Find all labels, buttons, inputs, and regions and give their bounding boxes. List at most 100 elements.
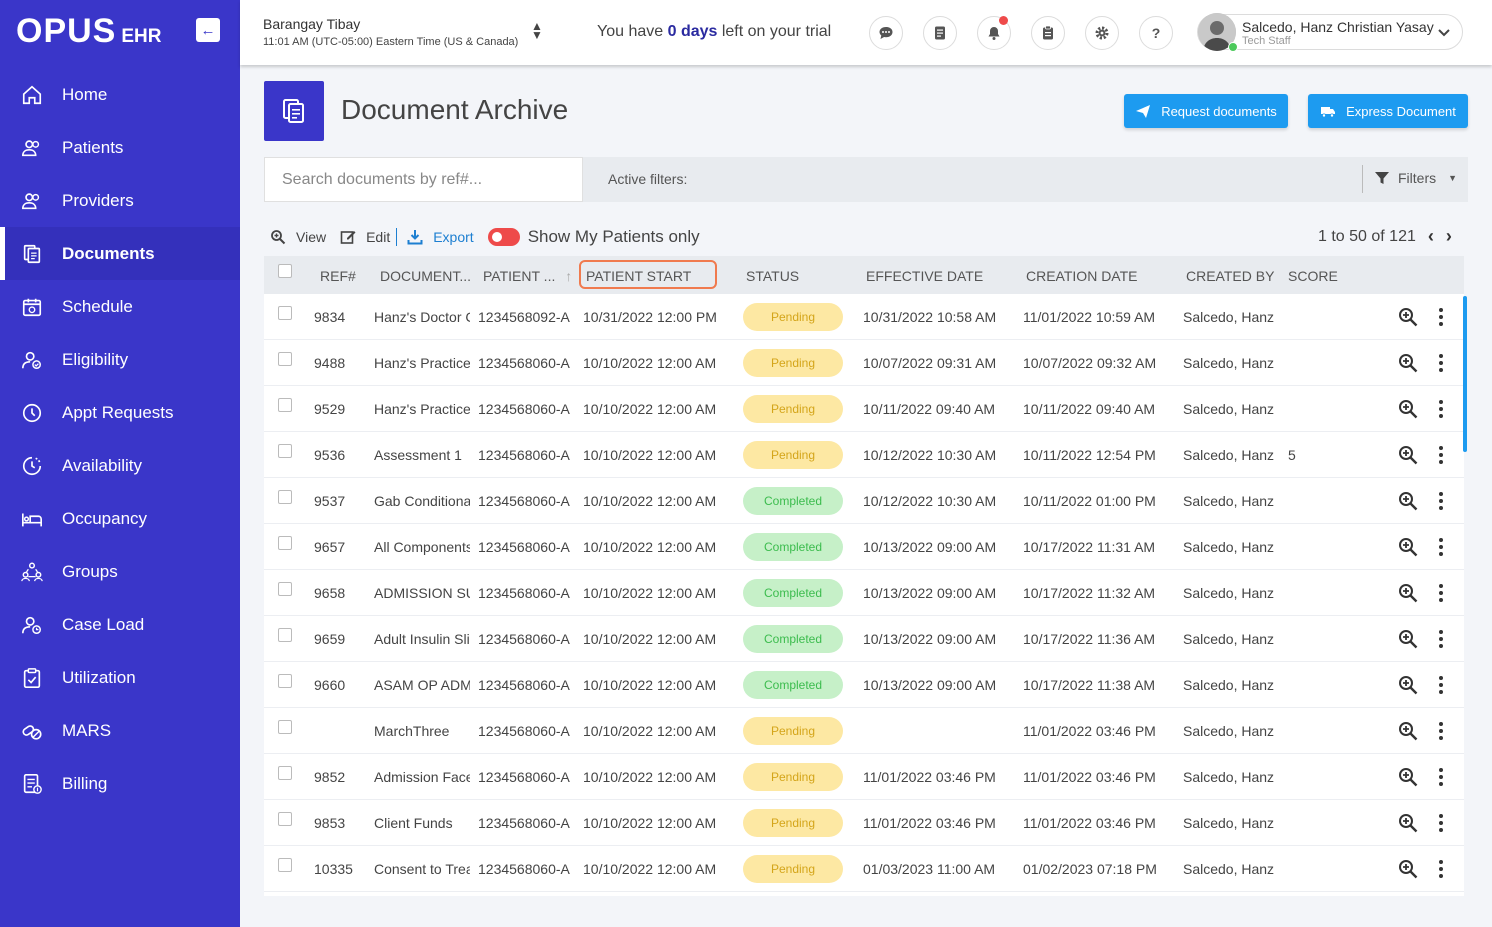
sidebar-item-occupancy[interactable]: Occupancy xyxy=(0,492,240,545)
sidebar-item-mars[interactable]: MARS xyxy=(0,704,240,757)
row-checkbox[interactable] xyxy=(278,628,292,642)
edit-button[interactable]: Edit xyxy=(340,229,390,245)
table-row[interactable]: 9852 Admission Face 1234568060-A 10/10/2022… xyxy=(264,754,1464,800)
row-checkbox[interactable] xyxy=(278,536,292,550)
sidebar-item-eligibility[interactable]: Eligibility xyxy=(0,333,240,386)
col-status[interactable]: STATUS xyxy=(746,268,799,284)
more-vertical-icon[interactable] xyxy=(1436,813,1446,833)
table-scrollbar[interactable] xyxy=(1463,296,1467,452)
more-vertical-icon[interactable] xyxy=(1436,445,1446,465)
sidebar-item-utilization[interactable]: Utilization xyxy=(0,651,240,704)
app-logo[interactable]: OPUS EHR xyxy=(16,12,161,48)
cell-effective: 11/01/2022 03:46 PM xyxy=(863,815,996,831)
zoom-icon[interactable] xyxy=(1398,307,1418,327)
more-vertical-icon[interactable] xyxy=(1436,859,1446,879)
table-row[interactable]: 9529 Hanz's Practice 1234568060-A 10/10/202… xyxy=(264,386,1464,432)
show-my-patients-toggle[interactable] xyxy=(487,228,520,246)
table-row[interactable]: MarchThree 1234568060-A 10/10/2022 12:00 A… xyxy=(264,708,1464,754)
table-row[interactable]: 9488 Hanz's Practice 1234568060-A 10/10/202… xyxy=(264,340,1464,386)
gear-icon[interactable] xyxy=(1085,16,1119,50)
view-button[interactable]: View xyxy=(270,229,326,245)
zoom-icon[interactable] xyxy=(1398,537,1418,557)
chevron-left-icon[interactable]: ‹ xyxy=(1428,226,1434,247)
location-switch-icon[interactable]: ▲ ▼ xyxy=(531,20,543,41)
cell-created: 10/17/2022 11:38 AM xyxy=(1023,677,1156,693)
zoom-icon[interactable] xyxy=(1398,859,1418,879)
col-created-by[interactable]: CREATED BY xyxy=(1186,268,1274,284)
row-checkbox[interactable] xyxy=(278,720,292,734)
more-vertical-icon[interactable] xyxy=(1436,307,1446,327)
chevron-right-icon[interactable]: › xyxy=(1446,226,1452,247)
col-patient-start[interactable]: PATIENT START xyxy=(586,268,691,284)
row-checkbox[interactable] xyxy=(278,582,292,596)
more-vertical-icon[interactable] xyxy=(1436,629,1446,649)
table-row[interactable]: 9537 Gab Conditiona 1234568060-A 10/10/2022… xyxy=(264,478,1464,524)
row-checkbox[interactable] xyxy=(278,490,292,504)
col-ref[interactable]: REF# xyxy=(320,268,356,284)
zoom-icon[interactable] xyxy=(1398,767,1418,787)
more-vertical-icon[interactable] xyxy=(1436,399,1446,419)
table-row[interactable]: 9660 ASAM OP ADMI 1234568060-A 10/10/2022 1… xyxy=(264,662,1464,708)
row-checkbox[interactable] xyxy=(278,812,292,826)
row-checkbox[interactable] xyxy=(278,674,292,688)
sidebar-item-patients[interactable]: Patients xyxy=(0,121,240,174)
row-checkbox[interactable] xyxy=(278,352,292,366)
sidebar-item-billing[interactable]: Billing xyxy=(0,757,240,810)
collapse-sidebar-button[interactable]: ← xyxy=(196,18,220,42)
table-row[interactable]: 9659 Adult Insulin Sli 1234568060-A 10/10/2… xyxy=(264,616,1464,662)
more-vertical-icon[interactable] xyxy=(1436,537,1446,557)
sidebar-item-documents[interactable]: Documents xyxy=(0,227,240,280)
select-all-checkbox[interactable] xyxy=(278,264,292,278)
zoom-icon[interactable] xyxy=(1398,721,1418,741)
more-vertical-icon[interactable] xyxy=(1436,491,1446,511)
col-document[interactable]: DOCUMENT... xyxy=(380,268,471,284)
zoom-icon[interactable] xyxy=(1398,353,1418,373)
table-row[interactable]: 9657 All Components 1234568060-A 10/10/2022… xyxy=(264,524,1464,570)
row-checkbox[interactable] xyxy=(278,398,292,412)
row-checkbox[interactable] xyxy=(278,766,292,780)
request-documents-button[interactable]: Request documents xyxy=(1124,94,1288,128)
user-menu[interactable]: Salcedo, Hanz Christian Yasay Tech Staff xyxy=(1197,13,1463,52)
more-vertical-icon[interactable] xyxy=(1436,767,1446,787)
col-patient[interactable]: PATIENT ... ↑ xyxy=(483,268,572,284)
more-vertical-icon[interactable] xyxy=(1436,721,1446,741)
search-input[interactable]: Search documents by ref#... xyxy=(264,157,583,202)
more-vertical-icon[interactable] xyxy=(1436,583,1446,603)
table-row[interactable]: 9834 Hanz's Doctor C 1234568092-A 10/31/202… xyxy=(264,294,1464,340)
zoom-icon[interactable] xyxy=(1398,629,1418,649)
zoom-icon[interactable] xyxy=(1398,583,1418,603)
sidebar-item-case-load[interactable]: Case Load xyxy=(0,598,240,651)
sidebar-item-appt-requests[interactable]: Appt Requests xyxy=(0,386,240,439)
zoom-icon[interactable] xyxy=(1398,445,1418,465)
zoom-icon[interactable] xyxy=(1398,813,1418,833)
zoom-icon[interactable] xyxy=(1398,399,1418,419)
sidebar-item-availability[interactable]: Availability xyxy=(0,439,240,492)
col-effective-date[interactable]: EFFECTIVE DATE xyxy=(866,268,983,284)
table-row[interactable]: 9536 Assessment 1 1234568060-A 10/10/2022 1… xyxy=(264,432,1464,478)
zoom-icon[interactable] xyxy=(1398,675,1418,695)
row-checkbox[interactable] xyxy=(278,858,292,872)
table-row[interactable]: 10335 Consent to Trea 1234568060-A 10/10/20… xyxy=(264,846,1464,892)
sidebar-item-groups[interactable]: Groups xyxy=(0,545,240,598)
sidebar-item-schedule[interactable]: Schedule xyxy=(0,280,240,333)
sidebar-item-home[interactable]: Home xyxy=(0,68,240,121)
chat-icon[interactable] xyxy=(869,16,903,50)
zoom-icon[interactable] xyxy=(1398,491,1418,511)
row-checkbox[interactable] xyxy=(278,444,292,458)
location-name[interactable]: Barangay Tibay xyxy=(263,16,360,32)
help-icon[interactable]: ? xyxy=(1139,16,1173,50)
bell-icon[interactable] xyxy=(977,16,1011,50)
row-checkbox[interactable] xyxy=(278,306,292,320)
table-row[interactable]: 9658 ADMISSION SU 1234568060-A 10/10/2022 1… xyxy=(264,570,1464,616)
table-row[interactable]: 9853 Client Funds 1234568060-A 10/10/2022 1… xyxy=(264,800,1464,846)
export-button[interactable]: Export xyxy=(407,229,474,245)
col-creation-date[interactable]: CREATION DATE xyxy=(1026,268,1138,284)
notes-icon[interactable] xyxy=(923,16,957,50)
col-score[interactable]: SCORE xyxy=(1288,268,1338,284)
more-vertical-icon[interactable] xyxy=(1436,675,1446,695)
clipboard-icon[interactable] xyxy=(1031,16,1065,50)
filters-button[interactable]: Filters ▼ xyxy=(1374,170,1457,186)
sidebar-item-providers[interactable]: Providers xyxy=(0,174,240,227)
more-vertical-icon[interactable] xyxy=(1436,353,1446,373)
express-document-button[interactable]: Express Document xyxy=(1308,94,1468,128)
